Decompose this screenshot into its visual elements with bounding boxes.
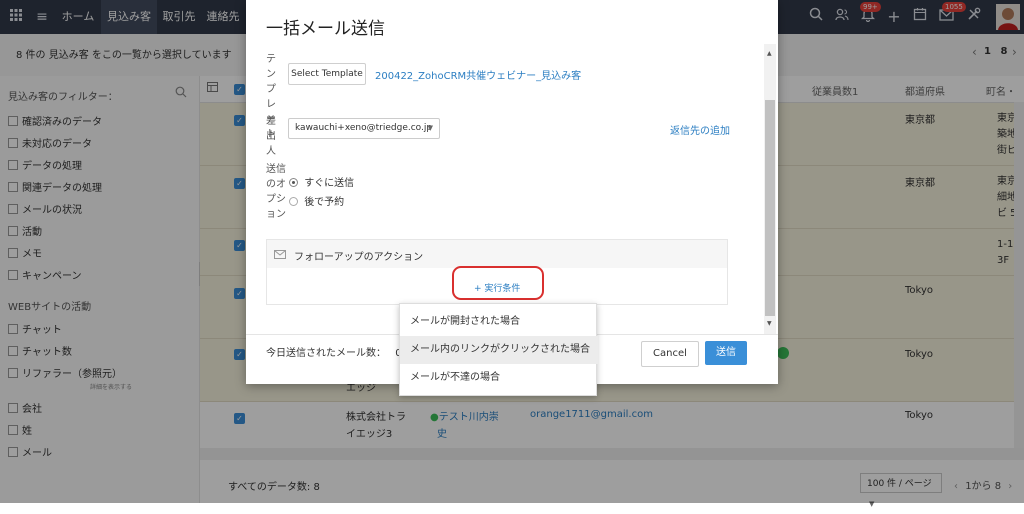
send-button[interactable]: 送信 <box>705 341 747 365</box>
followup-header: フォローアップのアクション <box>267 240 727 268</box>
envelope-icon <box>274 249 286 262</box>
send-now-option[interactable]: すぐに送信 <box>289 174 354 189</box>
radio-unselected[interactable] <box>289 197 298 206</box>
from-select-value: kawauchi+xeno@triedge.co.jp <box>295 123 433 133</box>
send-now-label: すぐに送信 <box>304 178 355 189</box>
condition-dropdown: メールが開封された場合 メール内のリンクがクリックされた場合 メールが不達の場合 <box>399 303 598 396</box>
template-name-link[interactable]: 200422_ZohoCRM共催ウェビナー_見込み客 <box>375 67 581 82</box>
select-template-button[interactable]: Select Template <box>288 63 366 85</box>
send-later-option[interactable]: 後で予約 <box>289 193 344 208</box>
modal-title: 一括メール送信 <box>266 19 385 39</box>
followup-title: フォローアップのアクション <box>294 252 424 263</box>
dropdown-item-opened[interactable]: メールが開封された場合 <box>400 308 598 336</box>
condition-highlight-ring <box>452 266 544 300</box>
send-later-label: 後で予約 <box>304 197 345 208</box>
dropdown-item-bounced[interactable]: メールが不達の場合 <box>400 364 598 392</box>
send-option-label: 送信のオプション <box>266 164 286 220</box>
add-reply-to-link[interactable]: 返信先の追加 <box>670 122 730 137</box>
radio-selected[interactable] <box>289 178 298 187</box>
sent-today-label: 今日送信されたメール数： <box>266 348 386 359</box>
scroll-up-icon[interactable]: ▲ <box>767 50 772 57</box>
modal-scrollbar[interactable]: ▲ ▼ <box>764 44 776 334</box>
from-select[interactable]: kawauchi+xeno@triedge.co.jp ▼ <box>288 118 440 139</box>
chevron-down-icon: ▼ <box>427 124 433 132</box>
cancel-button[interactable]: Cancel <box>641 341 699 367</box>
scroll-down-icon[interactable]: ▼ <box>767 320 772 327</box>
sent-today-text: 今日送信されたメール数： 0 <box>266 344 402 359</box>
from-label: 差出人 <box>266 116 276 157</box>
scroll-thumb[interactable] <box>765 100 775 316</box>
dropdown-item-link-clicked[interactable]: メール内のリンクがクリックされた場合 <box>400 336 598 364</box>
